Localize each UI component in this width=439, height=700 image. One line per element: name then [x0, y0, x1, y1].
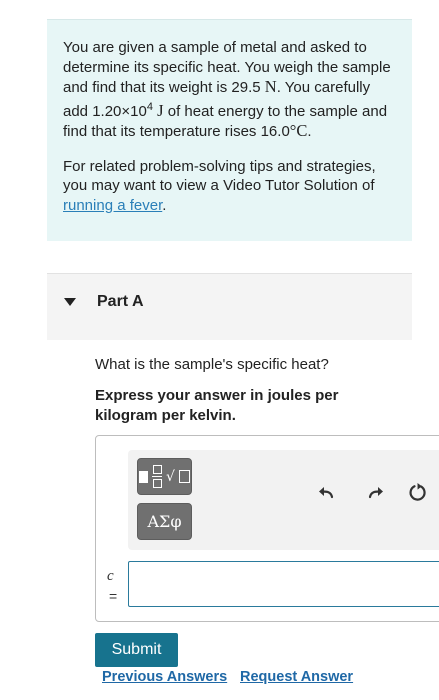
- tips-intro: For related problem-solving tips and str…: [63, 157, 376, 195]
- weight-unit: N: [264, 77, 277, 96]
- previous-answers-link[interactable]: Previous Answers: [102, 669, 227, 685]
- collapse-caret-icon[interactable]: [64, 298, 76, 306]
- equals-sign: =: [109, 588, 118, 604]
- video-tutor-link[interactable]: running a fever: [63, 197, 162, 214]
- answer-instruction: Express your answer in joules per kilogr…: [95, 387, 339, 424]
- problem-end: .: [307, 123, 312, 140]
- answer-input[interactable]: [128, 561, 439, 607]
- request-answer-link[interactable]: Request Answer: [240, 669, 353, 685]
- templates-button[interactable]: √: [137, 458, 192, 495]
- question-prompt: What is the sample's specific heat?: [95, 356, 329, 373]
- problem-text: You are given a sample of metal and aske…: [63, 38, 396, 142]
- part-a-header[interactable]: Part A: [47, 273, 412, 340]
- part-title: Part A: [97, 293, 144, 310]
- redo-icon[interactable]: [366, 482, 386, 502]
- problem-statement: You are given a sample of metal and aske…: [47, 19, 412, 241]
- submit-button[interactable]: Submit: [95, 633, 178, 667]
- answer-panel: √ ΑΣφ c =: [95, 435, 439, 622]
- energy-exponent: 4: [146, 100, 153, 113]
- answer-variable-label: c: [107, 568, 114, 584]
- energy-unit: J: [157, 100, 164, 120]
- reset-icon[interactable]: [408, 482, 428, 502]
- tips-text: For related problem-solving tips and str…: [63, 157, 396, 216]
- temp-unit: °C: [289, 121, 308, 140]
- undo-icon[interactable]: [316, 482, 336, 502]
- symbols-button[interactable]: ΑΣφ: [137, 503, 192, 540]
- math-toolbar: √ ΑΣφ: [128, 450, 439, 550]
- tips-end: .: [162, 196, 167, 214]
- templates-icon: √: [139, 464, 190, 489]
